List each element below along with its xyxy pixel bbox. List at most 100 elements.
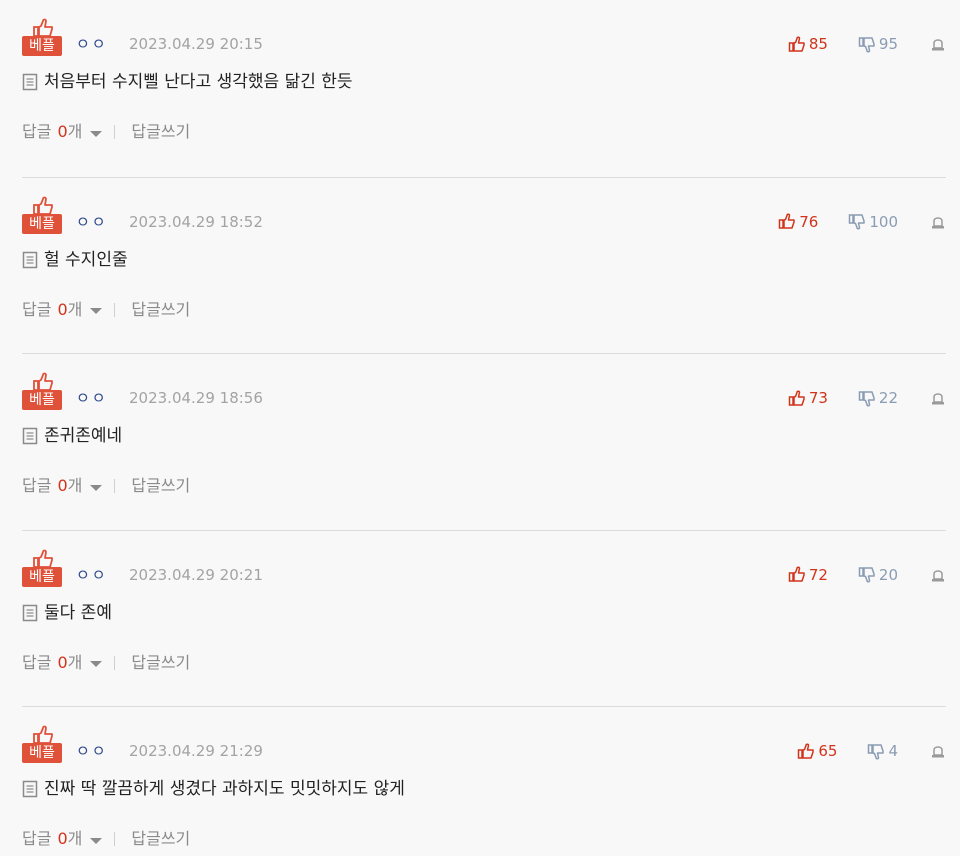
write-reply-button[interactable]: 답글쓰기 (131, 120, 190, 144)
thumbs-down-icon (868, 743, 885, 760)
downvote-count: 100 (869, 212, 898, 231)
comment-text: 처음부터 수지삘 난다고 생각했음 닮긴 한듯 (44, 72, 353, 92)
document-icon (22, 251, 38, 268)
nickname[interactable]: ㅇㅇ (76, 565, 108, 585)
upvote-count: 85 (808, 35, 828, 53)
comment-body: 헐 수지인줄 (22, 248, 946, 272)
vote-group: 72 20 (788, 565, 946, 585)
nickname[interactable]: ㅇㅇ (76, 388, 108, 408)
comment-item: 베플 ㅇㅇ 2023.04.29 20:21 72 20 둘다 존예 답글 0 … (22, 529, 946, 707)
reply-count: 0 (57, 122, 68, 141)
reply-count: 0 (57, 829, 68, 848)
siren-icon[interactable] (930, 743, 946, 759)
vote-group: 76 100 (778, 212, 946, 232)
comment-item: 베플 ㅇㅇ 2023.04.29 21:29 65 4 진짜 딱 깔끔하게 생겼… (22, 706, 946, 856)
comment-text: 진짜 딱 깔끔하게 생겼다 과하지도 밋밋하지도 않게 (44, 779, 405, 799)
downvote-button[interactable]: 20 (858, 565, 898, 585)
comment-text: 헐 수지인줄 (44, 249, 128, 270)
thumbs-up-icon (33, 549, 53, 568)
divider (114, 302, 116, 317)
write-reply-button[interactable]: 답글쓰기 (131, 474, 190, 498)
downvote-button[interactable]: 95 (858, 34, 898, 54)
best-badge: 베플 (22, 196, 62, 234)
comment-item: 베플 ㅇㅇ 2023.04.29 18:52 76 100 헐 수지인줄 답글 … (22, 176, 946, 354)
reply-label: 답글 (22, 122, 52, 141)
downvote-button[interactable]: 22 (858, 388, 898, 408)
vote-group: 85 95 (788, 34, 946, 54)
reply-label: 답글 (22, 829, 52, 848)
upvote-button[interactable]: 85 (788, 34, 828, 54)
downvote-button[interactable]: 4 (867, 741, 898, 761)
comment-body: 둘다 존예 (22, 601, 946, 625)
best-label: 베플 (22, 213, 62, 234)
divider (114, 655, 116, 670)
comment-item: 베플 ㅇㅇ 2023.04.29 20:15 85 95 처음부터 수지삘 난다… (22, 0, 946, 177)
comment-header: 베플 ㅇㅇ 2023.04.29 21:29 65 4 (22, 725, 946, 765)
reply-toggle[interactable]: 답글 0 개 (22, 120, 103, 144)
reply-count: 0 (57, 476, 68, 495)
downvote-count: 20 (878, 565, 898, 584)
downvote-count: 22 (878, 389, 898, 407)
best-label: 베플 (22, 743, 62, 763)
reply-count: 0 (57, 652, 68, 672)
comment-body: 진짜 딱 깔끔하게 생겼다 과하지도 밋밋하지도 않게 (22, 777, 946, 801)
comment-item: 베플 ㅇㅇ 2023.04.29 18:56 73 22 존귀존예네 답글 0 … (22, 353, 946, 530)
divider (114, 832, 116, 846)
siren-icon[interactable] (930, 214, 946, 230)
upvote-count: 72 (808, 565, 828, 584)
thumbs-down-icon (858, 36, 875, 53)
comment-header: 베플 ㅇㅇ 2023.04.29 18:52 76 100 (22, 196, 946, 236)
comment-footer: 답글 0 개 답글쓰기 (22, 827, 190, 851)
chevron-down-icon (90, 661, 103, 667)
write-reply-button[interactable]: 답글쓰기 (131, 298, 190, 322)
siren-icon[interactable] (930, 390, 946, 406)
thumbs-up-icon (788, 566, 805, 582)
reply-toggle[interactable]: 답글 0 개 (22, 651, 103, 675)
document-icon (22, 604, 38, 621)
divider (114, 125, 116, 139)
thumbs-up-icon (788, 389, 805, 406)
comment-body: 존귀존예네 (22, 424, 946, 448)
thumbs-down-icon (849, 214, 866, 230)
chevron-down-icon (90, 484, 103, 491)
reply-label: 답글 (22, 476, 52, 495)
write-reply-button[interactable]: 답글쓰기 (131, 827, 190, 851)
upvote-button[interactable]: 72 (788, 565, 828, 585)
vote-group: 73 22 (788, 388, 946, 408)
reply-toggle[interactable]: 답글 0 개 (22, 827, 103, 851)
thumbs-down-icon (858, 390, 875, 407)
thumbs-up-icon (798, 742, 815, 759)
comment-header: 베플 ㅇㅇ 2023.04.29 18:56 73 22 (22, 372, 946, 412)
thumbs-up-icon (33, 725, 53, 744)
thumbs-up-icon (788, 35, 805, 52)
comment-body: 처음부터 수지삘 난다고 생각했음 닮긴 한듯 (22, 70, 946, 94)
thumbs-up-icon (33, 18, 53, 37)
nickname[interactable]: ㅇㅇ (76, 34, 108, 54)
downvote-button[interactable]: 100 (848, 212, 898, 232)
comment-footer: 답글 0 개 답글쓰기 (22, 298, 190, 322)
best-badge: 베플 (22, 549, 62, 587)
downvote-count: 95 (878, 35, 898, 53)
comment-text: 둘다 존예 (44, 602, 112, 623)
siren-icon[interactable] (930, 36, 946, 52)
upvote-button[interactable]: 76 (778, 212, 818, 232)
reply-toggle[interactable]: 답글 0 개 (22, 298, 103, 322)
reply-unit: 개 (67, 122, 83, 141)
timestamp: 2023.04.29 18:52 (129, 212, 263, 231)
nickname[interactable]: ㅇㅇ (76, 741, 108, 761)
reply-label: 답글 (22, 299, 52, 319)
siren-icon[interactable] (930, 567, 946, 583)
upvote-count: 76 (799, 212, 819, 231)
best-badge: 베플 (22, 372, 62, 410)
timestamp: 2023.04.29 21:29 (129, 742, 263, 760)
document-icon (22, 427, 38, 445)
reply-toggle[interactable]: 답글 0 개 (22, 474, 103, 498)
upvote-button[interactable]: 65 (797, 741, 837, 761)
nickname[interactable]: ㅇㅇ (76, 212, 108, 232)
downvote-count: 4 (888, 742, 898, 760)
reply-unit: 개 (67, 829, 83, 848)
upvote-button[interactable]: 73 (788, 388, 828, 408)
comment-footer: 답글 0 개 답글쓰기 (22, 120, 190, 144)
write-reply-button[interactable]: 답글쓰기 (131, 651, 190, 675)
divider (114, 479, 116, 493)
